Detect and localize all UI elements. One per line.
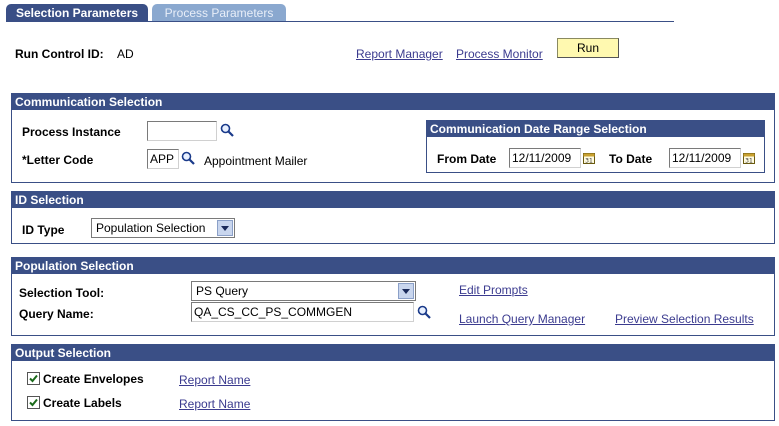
tab-selection-parameters[interactable]: Selection Parameters xyxy=(6,4,148,22)
selection-tool-value: PS Query xyxy=(196,284,249,298)
query-name-input[interactable]: QA_CS_CC_PS_COMMGEN xyxy=(191,302,414,322)
id-type-select[interactable]: Population Selection xyxy=(91,218,235,238)
id-selection-header: ID Selection xyxy=(12,192,774,208)
letter-code-description: Appointment Mailer xyxy=(204,154,308,168)
id-type-value: Population Selection xyxy=(96,221,206,235)
calendar-icon[interactable]: 31 xyxy=(583,152,595,164)
communication-selection-header: Communication Selection xyxy=(12,94,774,110)
chevron-down-icon[interactable] xyxy=(398,283,414,299)
run-control-value: AD xyxy=(117,47,134,61)
svg-text:31: 31 xyxy=(585,158,593,165)
create-envelopes-checkbox[interactable] xyxy=(27,372,40,385)
svg-text:31: 31 xyxy=(745,158,753,165)
tab-divider xyxy=(6,21,674,22)
letter-code-input[interactable]: APP xyxy=(147,149,179,169)
output-selection-header: Output Selection xyxy=(12,345,774,361)
chevron-down-icon[interactable] xyxy=(217,220,233,236)
envelopes-report-name-link[interactable]: Report Name xyxy=(179,373,250,387)
tab-process-parameters[interactable]: Process Parameters xyxy=(152,4,286,22)
preview-selection-results-link[interactable]: Preview Selection Results xyxy=(615,312,754,326)
magnifier-icon[interactable] xyxy=(181,151,195,165)
date-range-header: Communication Date Range Selection xyxy=(427,121,764,137)
process-instance-input[interactable] xyxy=(147,121,217,141)
magnifier-icon[interactable] xyxy=(220,123,234,137)
create-labels-label: Create Labels xyxy=(43,396,122,410)
population-selection-header: Population Selection xyxy=(12,258,774,274)
create-envelopes-label: Create Envelopes xyxy=(43,372,144,386)
edit-prompts-link[interactable]: Edit Prompts xyxy=(459,283,528,297)
to-date-input[interactable]: 12/11/2009 xyxy=(669,148,741,168)
from-date-input[interactable]: 12/11/2009 xyxy=(509,148,581,168)
labels-report-name-link[interactable]: Report Name xyxy=(179,397,250,411)
run-control-label: Run Control ID: xyxy=(15,47,104,61)
create-labels-checkbox[interactable] xyxy=(27,396,40,409)
to-date-label: To Date xyxy=(609,152,653,166)
check-icon xyxy=(29,398,38,407)
magnifier-icon[interactable] xyxy=(417,305,431,319)
check-icon xyxy=(29,374,38,383)
selection-tool-select[interactable]: PS Query xyxy=(191,281,416,301)
selection-tool-label: Selection Tool: xyxy=(19,286,105,300)
process-instance-label: Process Instance xyxy=(22,125,121,139)
report-manager-link[interactable]: Report Manager xyxy=(356,47,443,61)
process-monitor-link[interactable]: Process Monitor xyxy=(456,47,543,61)
letter-code-label: *Letter Code xyxy=(22,153,94,167)
run-button[interactable]: Run xyxy=(557,38,619,58)
calendar-icon[interactable]: 31 xyxy=(743,152,755,164)
id-type-label: ID Type xyxy=(22,223,65,237)
launch-query-manager-link[interactable]: Launch Query Manager xyxy=(459,312,585,326)
from-date-label: From Date xyxy=(437,152,497,166)
query-name-label: Query Name: xyxy=(19,307,94,321)
